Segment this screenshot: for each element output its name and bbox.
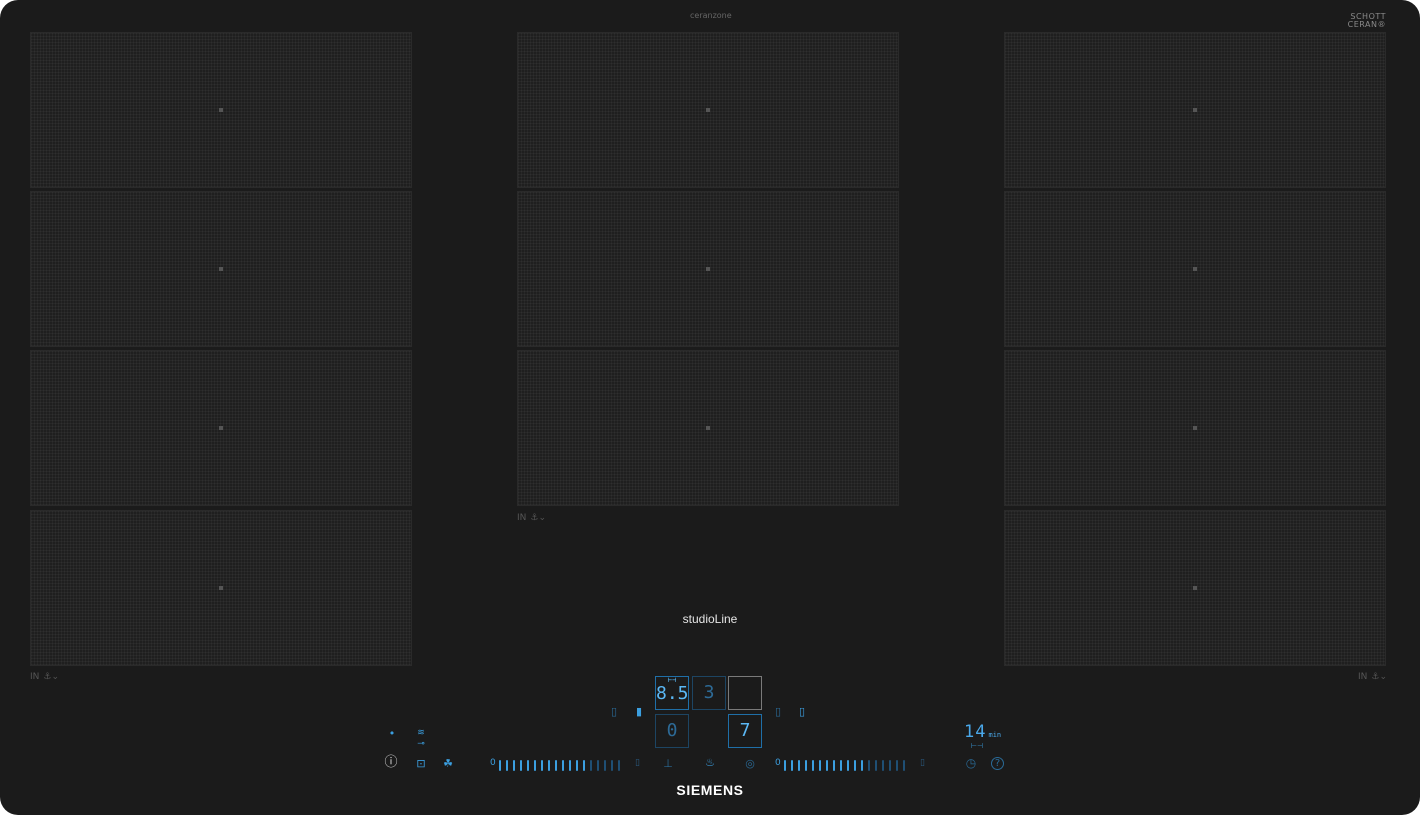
slider-tick[interactable] [819, 760, 821, 771]
slider-tick[interactable] [513, 760, 515, 771]
cooking-zone-left-2[interactable] [30, 191, 412, 347]
slider-tick[interactable] [506, 760, 508, 771]
slider-tick[interactable] [499, 760, 501, 771]
pot-icon: ⚓︎⌄ [43, 672, 59, 682]
slider-tick[interactable] [875, 760, 877, 771]
timer-unit: min [988, 731, 1002, 739]
slider-tick[interactable] [583, 760, 585, 771]
help-icon[interactable]: ? [991, 757, 1004, 770]
slider-tick[interactable] [534, 760, 536, 771]
key-icon[interactable]: ⊸ [413, 738, 429, 750]
pan-right-icon[interactable]: ▯ [772, 706, 784, 718]
series-name: studioLine [682, 612, 738, 626]
pan-left-icon[interactable]: ▯ [608, 706, 620, 718]
slider-tick[interactable] [541, 760, 543, 771]
slider-right-end-icon: ▯ [920, 758, 925, 768]
slider-tick[interactable] [826, 760, 828, 771]
clock-icon[interactable]: ◷ [964, 757, 978, 769]
slider-tick[interactable] [520, 760, 522, 771]
cooking-zone-center-1[interactable] [517, 32, 899, 188]
slider-tick[interactable] [868, 760, 870, 771]
slider-tick[interactable] [611, 760, 613, 771]
power-slider-left[interactable]: 0 ▯ [490, 758, 642, 772]
hood-link-icon[interactable]: ⊡ [413, 758, 429, 770]
power-display[interactable]: 3 [692, 676, 726, 710]
slider-tick[interactable] [854, 760, 856, 771]
timer-width-icon: ⊢⊣ [970, 742, 984, 750]
slider-left-end-icon: ▯ [635, 758, 640, 768]
slider-tick[interactable] [896, 760, 898, 771]
low-display[interactable]: 0 [655, 714, 689, 748]
cooking-zone-right-4[interactable] [1004, 510, 1386, 666]
pot-icon: ⚓︎⌄ [530, 513, 546, 523]
empty-display[interactable] [728, 676, 762, 710]
zone-in-label-center: IN ⚓︎⌄ [517, 513, 546, 523]
cooking-zone-right-3[interactable] [1004, 350, 1386, 506]
slider-tick[interactable] [569, 760, 571, 771]
slider-tick[interactable] [604, 760, 606, 771]
slider-tick[interactable] [555, 760, 557, 771]
cooking-zone-right-1[interactable] [1004, 32, 1386, 188]
slider-tick[interactable] [798, 760, 800, 771]
slider-tick[interactable] [618, 760, 620, 771]
power-value: 3 [703, 682, 715, 703]
level-value: 8.5 [656, 683, 689, 704]
level-display[interactable]: ⊢⊣ 8.5 [655, 676, 689, 710]
level-width-icon: ⊢⊣ [667, 676, 677, 684]
pan-mid-icon[interactable]: ▮ [633, 706, 645, 718]
slider-tick[interactable] [527, 760, 529, 771]
cooktop-surface: ceranzone SCHOTT CERAN® IN ⚓︎⌄ IN ⚓︎⌄ IN ⚓︎… [0, 0, 1420, 815]
slider-tick[interactable] [597, 760, 599, 771]
slider-tick[interactable] [812, 760, 814, 771]
power-slider-right[interactable]: 0 ▯ [775, 758, 927, 772]
power-button-icon[interactable]: ⓘ [383, 756, 399, 769]
boost-icon[interactable]: ♨ [702, 757, 718, 769]
slider-tick[interactable] [791, 760, 793, 771]
zone-in-label-left: IN ⚓︎⌄ [30, 672, 59, 682]
cooking-zone-center-2[interactable] [517, 191, 899, 347]
timer-display[interactable]: 14 min [964, 722, 1001, 742]
slider-tick[interactable] [833, 760, 835, 771]
zone-in-label-right: IN ⚓︎⌄ [1358, 672, 1387, 682]
small-pot-icon[interactable]: ⊥ [660, 758, 676, 770]
slider-tick[interactable] [805, 760, 807, 771]
pan-far-right-icon[interactable]: ▯ [796, 706, 808, 718]
slider-right-zero: 0 [775, 758, 781, 768]
value-display[interactable]: 7 [728, 714, 762, 748]
slider-tick[interactable] [903, 760, 905, 771]
low-value: 0 [666, 720, 678, 741]
slider-tick[interactable] [576, 760, 578, 771]
slider-tick[interactable] [861, 760, 863, 771]
slider-tick[interactable] [840, 760, 842, 771]
slider-tick[interactable] [882, 760, 884, 771]
brand-logo: SIEMENS [676, 782, 744, 798]
slider-tick[interactable] [889, 760, 891, 771]
slider-tick[interactable] [784, 760, 786, 771]
status-dot-icon: • [388, 727, 396, 740]
top-label: ceranzone [690, 11, 732, 20]
slider-tick[interactable] [847, 760, 849, 771]
slider-left-ticks [499, 760, 627, 771]
value-display-value: 7 [739, 720, 751, 741]
slider-tick[interactable] [548, 760, 550, 771]
cooking-zone-left-4[interactable] [30, 510, 412, 666]
slider-tick[interactable] [590, 760, 592, 771]
cooking-zone-right-2[interactable] [1004, 191, 1386, 347]
slider-tick[interactable] [562, 760, 564, 771]
slider-left-zero: 0 [490, 758, 496, 768]
camera-icon[interactable]: ◎ [742, 758, 758, 770]
cooking-zone-left-1[interactable] [30, 32, 412, 188]
timer-value: 14 [964, 722, 987, 742]
pot-icon: ⚓︎⌄ [1371, 672, 1387, 682]
slider-right-ticks [784, 760, 912, 771]
cooking-zone-center-3[interactable] [517, 350, 899, 506]
fan-icon[interactable]: ☘ [440, 758, 456, 770]
cooking-zone-left-3[interactable] [30, 350, 412, 506]
